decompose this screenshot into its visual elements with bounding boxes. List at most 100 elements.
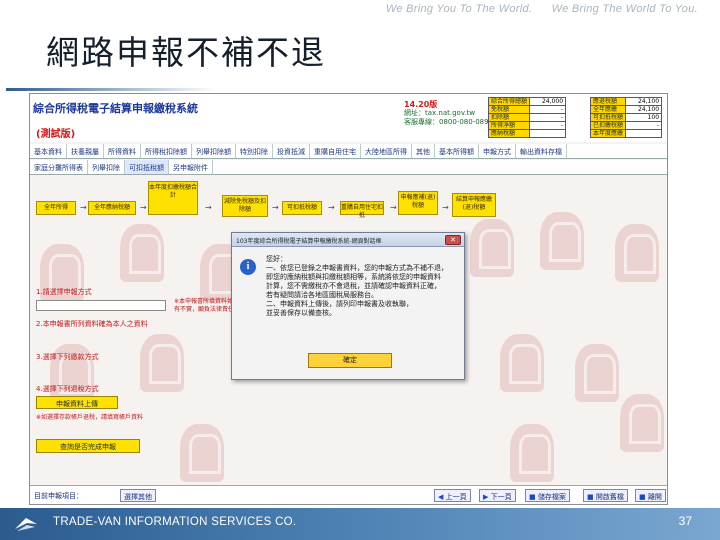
save-file-label: 儲存檔案 [537,493,566,501]
form-note: ※本申報書所填資料如有不實，願負法律責任 [174,298,235,313]
tab-itemized[interactable]: 列舉扣除 [88,160,125,174]
summary-label: 可扣抵稅額 [589,113,627,122]
main-tabs: 基本資料 扶養親屬 所得資料 所得稅扣除額 列舉扣除額 特別扣除 投資抵減 重購… [30,144,667,159]
step-button[interactable]: 可扣抵稅額 [282,201,322,215]
folder-icon: ■ [587,493,594,501]
tab-export-save[interactable]: 輸出資料存檔 [516,144,567,158]
open-file-button[interactable]: ■ 開啟舊檔 [583,489,628,502]
tab-creditable-tax[interactable]: 可扣抵稅額 [125,160,169,174]
filing-method-select[interactable] [36,300,166,311]
info-icon: i [240,259,256,275]
form-label: 4.選擇下列退稅方式 [36,385,99,393]
company-name: TRADE-VAN INFORMATION SERVICES CO. [53,516,297,528]
exit-button[interactable]: ■ 離開 [635,489,666,502]
step-button[interactable]: 全年應納稅額 [88,201,136,215]
test-version-badge: (測試版) [36,129,76,140]
summary-value: - [529,113,567,122]
tab-filing-method[interactable]: 申報方式 [479,144,516,158]
summary-table-left: 綜合所得總額 24,000 免稅額 - 扣除額 - 所得淨額 - 應納稅額 [487,97,567,138]
summary-label: 應退稅額 [589,97,627,106]
prev-page-button[interactable]: ◀ 上一頁 [434,489,471,502]
ok-button[interactable]: 確定 [308,353,392,368]
form-label: 2.本申報書所列資料確為本人之資料 [36,320,148,328]
tab-dependents[interactable]: 扶養親屬 [67,144,104,158]
summary-table-right: 應退稅額 24,100 全年應繳 24,100 可扣抵稅額 100 已扣繳稅額 - 本年… [589,97,663,138]
watermark-icon [575,344,619,402]
next-page-button[interactable]: ▶ 下一頁 [479,489,516,502]
summary-value [625,129,663,138]
tab-other[interactable]: 其他 [412,144,435,158]
upload-filing-button[interactable]: 申報資料上傳 [36,396,118,409]
summary-value: - [625,121,663,130]
info-dialog: 103年度綜合所得稅電子結算申報繳稅系統-網頁對話框 ✕ i 您好： 一、依您已… [231,232,465,380]
tab-investment-credit[interactable]: 投資抵減 [273,144,310,158]
arrow-icon: → [442,203,449,212]
tab-basic-info[interactable]: 基本資料 [30,144,67,158]
current-item-label: 目前申報項目： [34,492,83,500]
step-button[interactable]: 申報應補(退)稅額 [398,191,438,215]
dialog-message: 您好： 一、依您已登錄之申報書資料，您的申報方式為不補不退， 即您的應納稅額與扣… [266,255,458,318]
save-icon: ■ [529,493,536,501]
summary-value: 24,100 [625,105,663,114]
summary-value [529,129,567,138]
tab-household-income[interactable]: 家庭分攤所得表 [30,160,88,174]
dialog-line: 一、依您已登錄之申報書資料，您的申報方式為不補不退， [266,264,448,272]
tab-mainland-income[interactable]: 大陸地區所得 [361,144,412,158]
version-label: 14.20版 [404,100,438,109]
summary-value: - [529,121,567,130]
summary-label: 本年度應繳 [589,129,627,138]
watermark-icon [500,334,544,392]
select-other-button[interactable]: 選擇其他 [120,489,156,502]
step-button[interactable]: 減除免稅額及扣除額 [222,195,268,217]
tab-special-deduction[interactable]: 特別扣除 [236,144,273,158]
step-button[interactable]: 重購自用住宅扣抵 [340,201,384,219]
next-page-label: 下一頁 [490,493,512,501]
tab-income-deduction[interactable]: 所得稅扣除額 [141,144,192,158]
bottom-toolbar: 目前申報項目： 選擇其他 ◀ 上一頁 ▶ 下一頁 ■ 儲存檔案 ■ 開啟舊檔 ■… [30,485,667,504]
info-line: 網址：tax.nat.gov.tw [404,109,476,117]
exit-icon: ■ [639,493,646,501]
step-button[interactable]: 結算申報應繳(退)稅額 [452,193,496,217]
summary-label: 已扣繳稅額 [589,121,627,130]
app-title: 綜合所得稅電子結算申報繳稅系統 [33,102,198,115]
step-button[interactable]: 全年所得 [36,201,76,215]
summary-label: 扣除額 [487,113,531,122]
form-label: 1.請選擇申報方式 [36,288,92,296]
watermark-icon [180,424,224,482]
arrow-icon: → [272,203,279,212]
tab-income[interactable]: 所得資料 [104,144,141,158]
summary-label: 所得淨額 [487,121,531,130]
tab-house-repurchase[interactable]: 重購自用住宅 [310,144,361,158]
step-button[interactable]: 本年度扣繳稅額合計 [148,181,198,215]
summary-value: 24,100 [625,97,663,106]
tab-attachments[interactable]: 另申報附件 [169,160,213,174]
tab-itemized-deduction[interactable]: 列舉扣除額 [192,144,236,158]
left-arrow-icon: ◀ [438,493,444,501]
exit-label: 離開 [647,493,662,501]
summary-value: - [529,105,567,114]
watermark-icon [620,394,664,452]
summary-label: 免稅額 [487,105,531,114]
tagline-1: We Bring You To The World. [385,3,533,15]
app-screenshot: 綜合所得稅電子結算申報繳稅系統 (測試版) 14.20版 網址：tax.nat.… [29,93,668,505]
arrow-icon: → [80,203,87,212]
prev-page-label: 上一頁 [445,493,467,501]
save-file-button[interactable]: ■ 儲存檔案 [525,489,570,502]
tab-basic-income[interactable]: 基本所得額 [435,144,479,158]
company-logo-icon [15,518,37,531]
page-number: 37 [678,514,692,528]
footer-bar: TRADE-VAN INFORMATION SERVICES CO. 37 [0,508,720,540]
dialog-line: 計算，您不需繳稅亦不會退稅，並請確認申報資料正確， [266,282,441,290]
app-header: 綜合所得稅電子結算申報繳稅系統 (測試版) 14.20版 網址：tax.nat.… [30,94,667,142]
summary-value: 100 [625,113,663,122]
check-filing-button[interactable]: 查詢是否完成申報 [36,439,140,453]
arrow-icon: → [205,203,212,212]
summary-label: 全年應繳 [589,105,627,114]
arrow-icon: → [328,203,335,212]
right-arrow-icon: ▶ [483,493,489,501]
close-icon[interactable]: ✕ [445,235,461,245]
watermark-icon [510,424,554,482]
info-line: 客服專線：0800-080-089 [404,118,489,126]
dialog-line: 若有疑問請洽各地區國稅局服務台。 [266,291,378,299]
arrow-icon: → [390,203,397,212]
